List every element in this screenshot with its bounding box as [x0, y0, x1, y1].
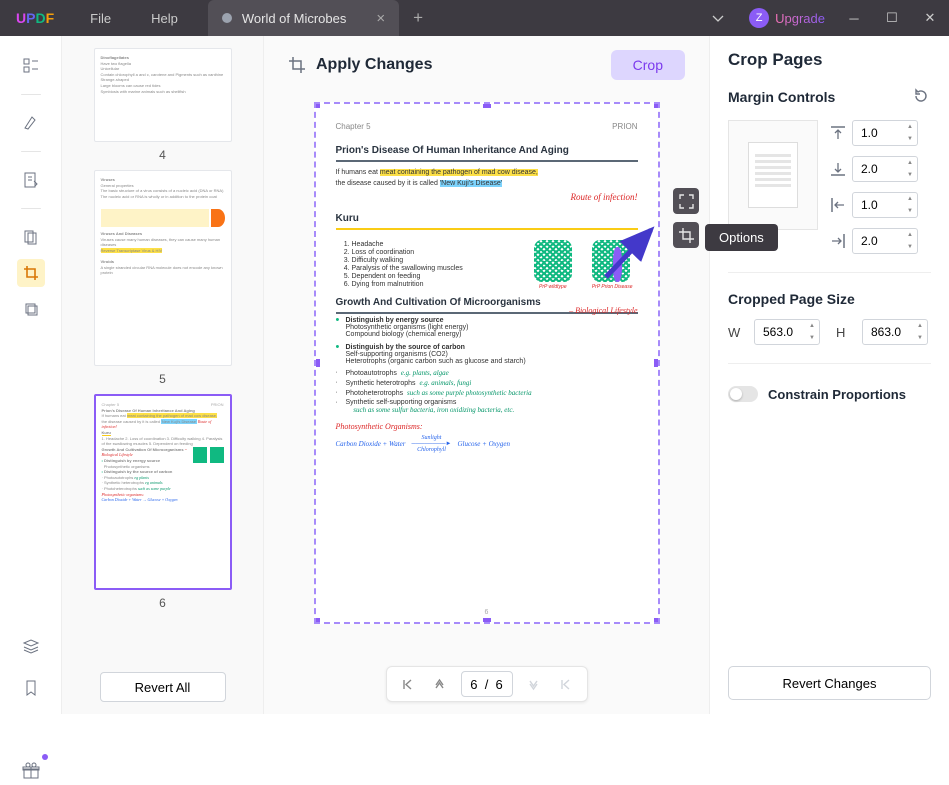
margin-bottom-icon	[830, 161, 846, 177]
crop-handle-n[interactable]	[483, 102, 491, 108]
stepper-up[interactable]: ▲	[914, 320, 926, 332]
reset-margins-icon[interactable]	[913, 88, 931, 106]
stepper-down[interactable]: ▼	[904, 241, 916, 253]
stepper-down[interactable]: ▼	[904, 169, 916, 181]
thumb-number: 5	[94, 372, 232, 386]
edit-icon[interactable]	[17, 166, 45, 194]
last-page-button[interactable]	[555, 673, 577, 695]
right-panel: Crop Pages Margin Controls ▲▼ ▲▼ ▲▼ ▲▼ C…	[709, 36, 949, 714]
upgrade-label: Upgrade	[775, 11, 825, 26]
thumb-number: 4	[94, 148, 232, 162]
kuru-list: HeadacheLoss of coordinationDifficulty w…	[352, 240, 534, 289]
cropped-size-label: Cropped Page Size	[728, 291, 931, 307]
revert-changes-button[interactable]: Revert Changes	[728, 666, 931, 700]
crop-header-icon	[288, 56, 306, 74]
stepper-down[interactable]: ▼	[904, 133, 916, 145]
stepper-up[interactable]: ▲	[806, 320, 818, 332]
margin-left-icon	[830, 197, 846, 213]
layers-icon[interactable]	[17, 632, 45, 660]
width-label: W	[728, 325, 746, 340]
thumbnails-panel: DinoflagellatesHave two flagellaUnicellu…	[62, 36, 264, 714]
prev-page-button[interactable]	[429, 673, 451, 695]
highlight-icon[interactable]	[17, 109, 45, 137]
crop-icon[interactable]	[17, 259, 45, 287]
page-crop-area[interactable]: Chapter 5PRION Prion's Disease Of Human …	[314, 102, 660, 624]
page-heading: Prion's Disease Of Human Inheritance And…	[336, 145, 638, 162]
constrain-toggle[interactable]	[728, 386, 758, 402]
rotate-icon[interactable]	[17, 295, 45, 323]
fit-screen-icon[interactable]	[673, 188, 699, 214]
separator	[21, 94, 41, 95]
first-page-button[interactable]	[397, 673, 419, 695]
tab-close-icon[interactable]: ×	[376, 10, 385, 27]
crop-handle-nw[interactable]	[314, 102, 320, 108]
menu-help[interactable]: Help	[131, 11, 198, 26]
revert-all-button[interactable]: Revert All	[100, 672, 226, 702]
minimize-button[interactable]: ─	[835, 11, 873, 26]
stepper-down[interactable]: ▼	[904, 205, 916, 217]
app-logo: UPDF	[0, 10, 70, 26]
crop-handle-se[interactable]	[654, 618, 660, 624]
thumbnail-6[interactable]: Chapter 5PRIONPrion's Disease Of Human I…	[94, 394, 232, 610]
thumbnail-icon[interactable]	[17, 52, 45, 80]
maximize-button[interactable]: ☐	[873, 10, 911, 26]
close-button[interactable]: ✕	[911, 10, 949, 26]
separator	[21, 208, 41, 209]
tab-title: World of Microbes	[242, 11, 347, 26]
margin-right-icon	[830, 233, 846, 249]
margin-controls-label: Margin Controls	[728, 89, 835, 105]
crop-handle-sw[interactable]	[314, 618, 320, 624]
separator	[21, 151, 41, 152]
margin-preview	[728, 120, 818, 230]
crop-handle-w[interactable]	[314, 359, 320, 367]
tab-add-button[interactable]: +	[399, 8, 437, 28]
tab-doc-icon	[222, 13, 232, 23]
stepper-down[interactable]: ▼	[914, 332, 926, 344]
stepper-down[interactable]: ▼	[806, 332, 818, 344]
thumbnail-4[interactable]: DinoflagellatesHave two flagellaUnicellu…	[94, 48, 232, 162]
apply-changes-label: Apply Changes	[316, 56, 432, 74]
options-tooltip: Options	[705, 224, 778, 251]
page-input[interactable]	[461, 671, 513, 697]
crop-handle-e[interactable]	[654, 359, 660, 367]
crop-handle-s[interactable]	[483, 618, 491, 624]
left-toolbar	[0, 36, 62, 714]
pager	[386, 666, 588, 702]
height-label: H	[836, 325, 854, 340]
thumbnail-5[interactable]: VirusesGeneral propertiesThe basic struc…	[94, 170, 232, 386]
menu-file[interactable]: File	[70, 11, 131, 26]
avatar: Z	[749, 8, 769, 28]
gift-icon[interactable]	[17, 757, 45, 785]
constrain-label: Constrain Proportions	[768, 387, 906, 402]
options-icon[interactable]	[673, 222, 699, 248]
next-page-button[interactable]	[523, 673, 545, 695]
page-heading: Kuru	[336, 213, 638, 230]
panel-title: Crop Pages	[728, 50, 931, 70]
center-area: Apply Changes Crop Chapter 5PRION Prion'…	[264, 36, 709, 714]
titlebar: UPDF File Help World of Microbes × + Z U…	[0, 0, 949, 36]
stepper-up[interactable]: ▲	[904, 121, 916, 133]
thumb-number: 6	[94, 596, 232, 610]
upgrade-button[interactable]: Z Upgrade	[739, 8, 835, 28]
stepper-up[interactable]: ▲	[904, 229, 916, 241]
pages-icon[interactable]	[17, 223, 45, 251]
prion-images: PrP wildtype PrP Prion Disease	[534, 240, 633, 291]
bookmark-icon[interactable]	[17, 674, 45, 702]
tab-list-button[interactable]	[697, 0, 739, 36]
document-tab[interactable]: World of Microbes ×	[208, 0, 399, 36]
margin-top-icon	[830, 125, 846, 141]
crop-handle-ne[interactable]	[654, 102, 660, 108]
crop-button[interactable]: Crop	[611, 50, 685, 80]
stepper-up[interactable]: ▲	[904, 193, 916, 205]
stepper-up[interactable]: ▲	[904, 157, 916, 169]
